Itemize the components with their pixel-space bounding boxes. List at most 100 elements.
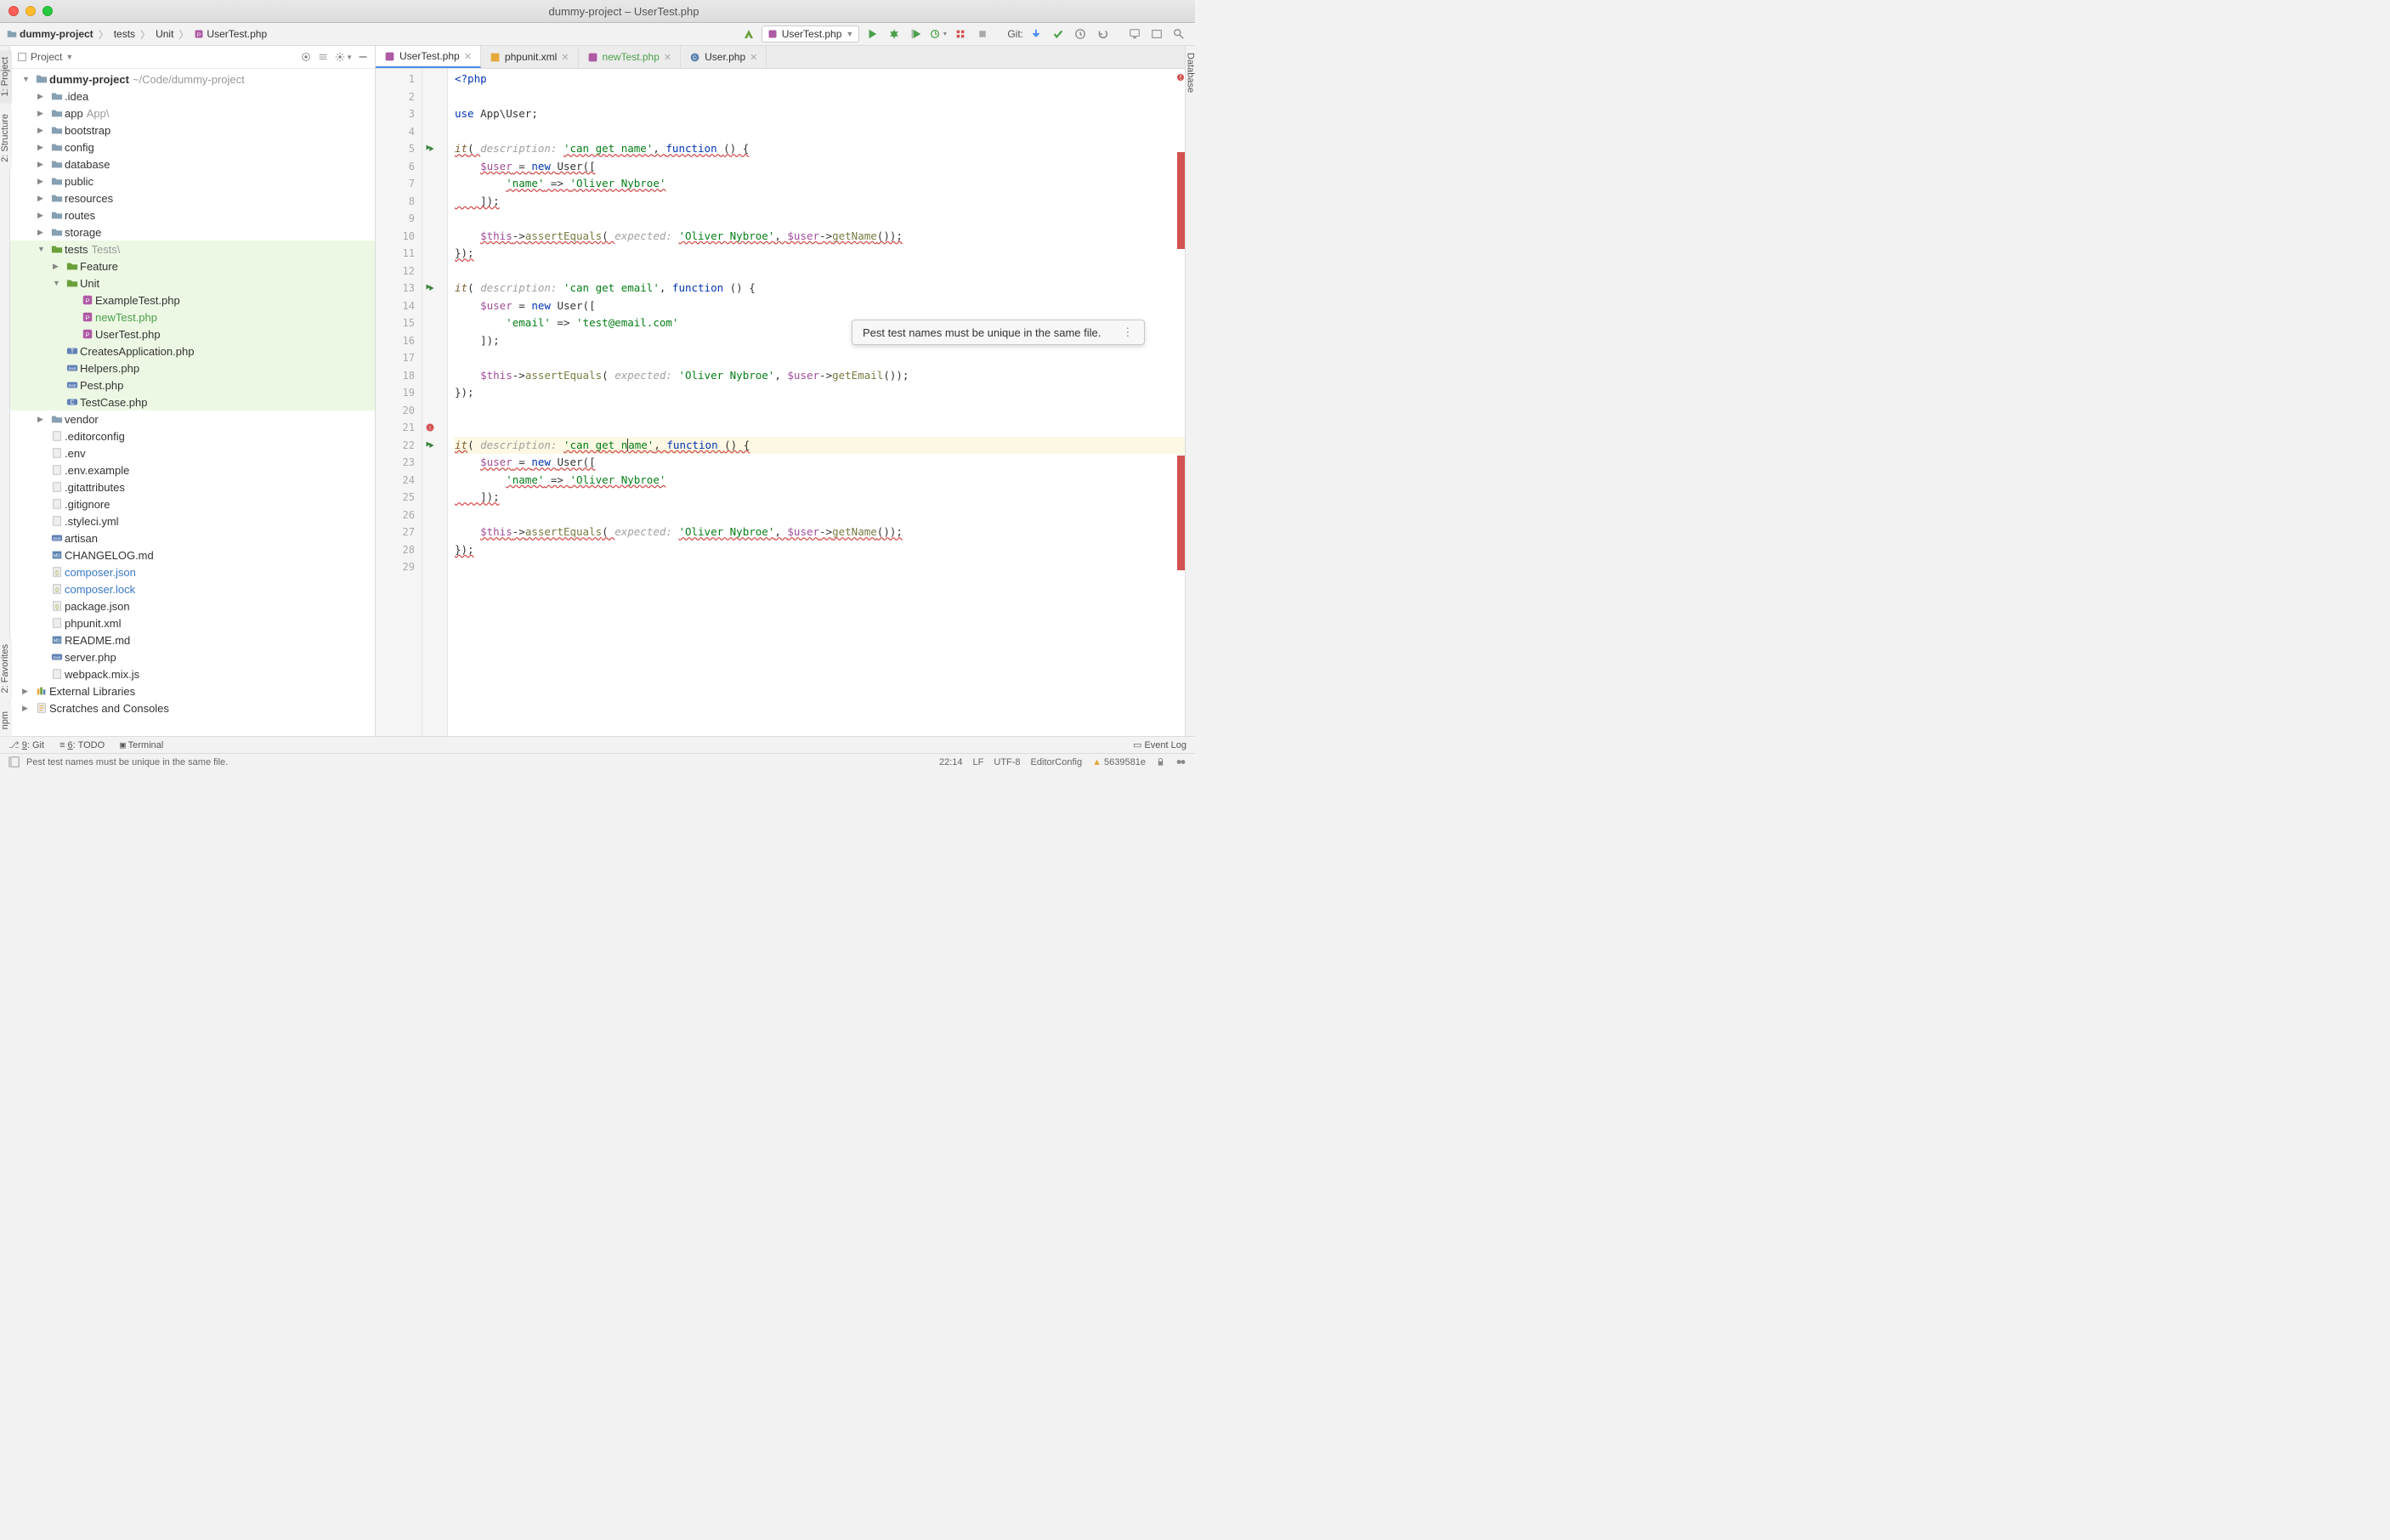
tree-item[interactable]: {}package.json (10, 597, 375, 614)
editorconfig-indicator[interactable]: EditorConfig (1031, 757, 1083, 767)
project-tree[interactable]: ▼dummy-project~/Code/dummy-project▶.idea… (10, 69, 375, 736)
build-icon[interactable] (739, 25, 758, 43)
window-zoom-button[interactable] (42, 6, 53, 16)
vcs-update-button[interactable] (1027, 25, 1045, 43)
tool-terminal[interactable]: ▣ Terminal (120, 739, 163, 750)
code-line[interactable] (455, 419, 1185, 437)
code-line[interactable]: $this->assertEquals( expected: 'Oliver N… (455, 524, 1185, 541)
select-opened-file-icon[interactable] (300, 51, 312, 63)
tree-item[interactable]: ▶External Libraries (10, 682, 375, 699)
code-line[interactable]: }); (455, 384, 1185, 402)
tree-item[interactable]: ▼testsTests\ (10, 241, 375, 258)
tool-tab-project[interactable]: 1: Project (0, 50, 12, 103)
tree-item[interactable]: ▶Scratches and Consoles (10, 699, 375, 716)
tree-item[interactable]: MDCHANGELOG.md (10, 546, 375, 563)
tree-item[interactable]: ▶storage (10, 224, 375, 241)
tree-item[interactable]: PHPserver.php (10, 648, 375, 665)
file-encoding[interactable]: UTF-8 (994, 757, 1020, 767)
breadcrumb[interactable]: dummy-project 〉 tests 〉 Unit 〉 PUserTest… (7, 27, 267, 42)
tree-item[interactable]: .env (10, 444, 375, 461)
tree-item[interactable]: CTestCase.php (10, 393, 375, 410)
code-line[interactable] (455, 558, 1185, 576)
attach-button[interactable] (951, 25, 970, 43)
code-line[interactable]: use App\User; (455, 105, 1185, 123)
tool-tab-database[interactable]: Database (1185, 46, 1197, 99)
tooltip-more-icon[interactable]: ⋮ (1122, 326, 1134, 339)
expand-all-icon[interactable] (317, 51, 329, 63)
tree-item[interactable]: MDREADME.md (10, 631, 375, 648)
code-line[interactable]: <?php (455, 71, 1185, 88)
code-line[interactable] (455, 88, 1185, 106)
code-line[interactable]: 'name' => 'Oliver Nybroe' (455, 175, 1185, 193)
close-tab-icon[interactable]: ✕ (561, 52, 569, 63)
vcs-history-button[interactable] (1071, 25, 1090, 43)
project-panel-title[interactable]: Project ▼ (17, 51, 73, 63)
code-line[interactable] (455, 402, 1185, 420)
tree-item[interactable]: PHPHelpers.php (10, 360, 375, 377)
tree-root[interactable]: ▼dummy-project~/Code/dummy-project (10, 71, 375, 88)
editor-tab[interactable]: UserTest.php✕ (376, 46, 481, 68)
tree-item[interactable]: ▶config (10, 139, 375, 156)
tool-tab-npm[interactable]: npm (0, 705, 12, 736)
tree-item[interactable]: ▶bootstrap (10, 122, 375, 139)
code-line[interactable] (455, 123, 1185, 141)
code-line[interactable]: $user = new User([ (455, 158, 1185, 176)
search-everywhere-button[interactable] (1170, 25, 1188, 43)
editor-body[interactable]: 1234567891011121314151617181920212223242… (376, 69, 1185, 736)
code-line[interactable]: $this->assertEquals( expected: 'Oliver N… (455, 228, 1185, 246)
tool-git[interactable]: ⎇ 9: 9: GitGit (8, 739, 44, 750)
presentation-mode-button[interactable] (1147, 25, 1166, 43)
code-line[interactable]: $user = new User([ (455, 454, 1185, 472)
tree-item[interactable]: PExampleTest.php (10, 292, 375, 309)
tree-item[interactable]: ▼Unit (10, 275, 375, 292)
code-line[interactable]: }); (455, 541, 1185, 559)
memory-indicator[interactable] (1175, 756, 1187, 767)
window-minimize-button[interactable] (25, 6, 36, 16)
settings-icon[interactable]: ▼ (334, 51, 353, 63)
tree-item[interactable]: .env.example (10, 461, 375, 478)
coverage-button[interactable] (907, 25, 926, 43)
vcs-rollback-button[interactable] (1093, 25, 1112, 43)
tree-item[interactable]: ▶resources (10, 190, 375, 207)
tree-item[interactable]: ▶database (10, 156, 375, 173)
tool-tab-structure[interactable]: 2: Structure (0, 107, 12, 169)
line-separator[interactable]: LF (973, 757, 984, 767)
hide-panel-icon[interactable] (358, 51, 368, 63)
code-line[interactable]: $user = new User([ (455, 297, 1185, 315)
code-line[interactable] (455, 210, 1185, 228)
vcs-commit-button[interactable] (1049, 25, 1068, 43)
tree-item[interactable]: ▶appApp\ (10, 105, 375, 122)
tool-windows-icon[interactable] (8, 756, 20, 767)
tree-item[interactable]: phpunit.xml (10, 614, 375, 631)
tree-item[interactable]: PHPartisan (10, 529, 375, 546)
event-log-button[interactable]: ▭ Event Log (1133, 739, 1187, 750)
code-line[interactable]: it( description: 'can get name', functio… (455, 437, 1185, 455)
tree-item[interactable]: PnewTest.php (10, 309, 375, 326)
code-line[interactable]: 'name' => 'Oliver Nybroe' (455, 472, 1185, 490)
editor-tab[interactable]: CUser.php✕ (681, 46, 767, 68)
close-tab-icon[interactable]: ✕ (664, 52, 671, 63)
tree-item[interactable]: .styleci.yml (10, 512, 375, 529)
tree-item[interactable]: ▶Feature (10, 258, 375, 275)
tree-item[interactable]: ▶routes (10, 207, 375, 224)
code-line[interactable]: ]); (455, 193, 1185, 211)
code-line[interactable] (455, 349, 1185, 367)
ide-settings-button[interactable] (1125, 25, 1144, 43)
tree-item[interactable]: webpack.mix.js (10, 665, 375, 682)
run-configuration-select[interactable]: UserTest.php ▼ (762, 25, 860, 42)
stop-button[interactable] (973, 25, 992, 43)
tree-item[interactable]: .gitattributes (10, 478, 375, 495)
tool-tab-favorites[interactable]: 2: Favorites (0, 637, 12, 699)
tree-item[interactable]: ▶public (10, 173, 375, 190)
tree-item[interactable]: TCreatesApplication.php (10, 343, 375, 360)
close-tab-icon[interactable]: ✕ (464, 51, 472, 62)
close-tab-icon[interactable]: ✕ (750, 52, 757, 63)
tree-item[interactable]: ▶.idea (10, 88, 375, 105)
tree-item[interactable]: .editorconfig (10, 427, 375, 444)
tree-item[interactable]: .gitignore (10, 495, 375, 512)
code-line[interactable] (455, 507, 1185, 524)
run-button[interactable] (863, 25, 881, 43)
lock-icon[interactable] (1156, 757, 1165, 767)
tree-item[interactable]: {}composer.lock (10, 580, 375, 597)
cursor-position[interactable]: 22:14 (939, 757, 963, 767)
